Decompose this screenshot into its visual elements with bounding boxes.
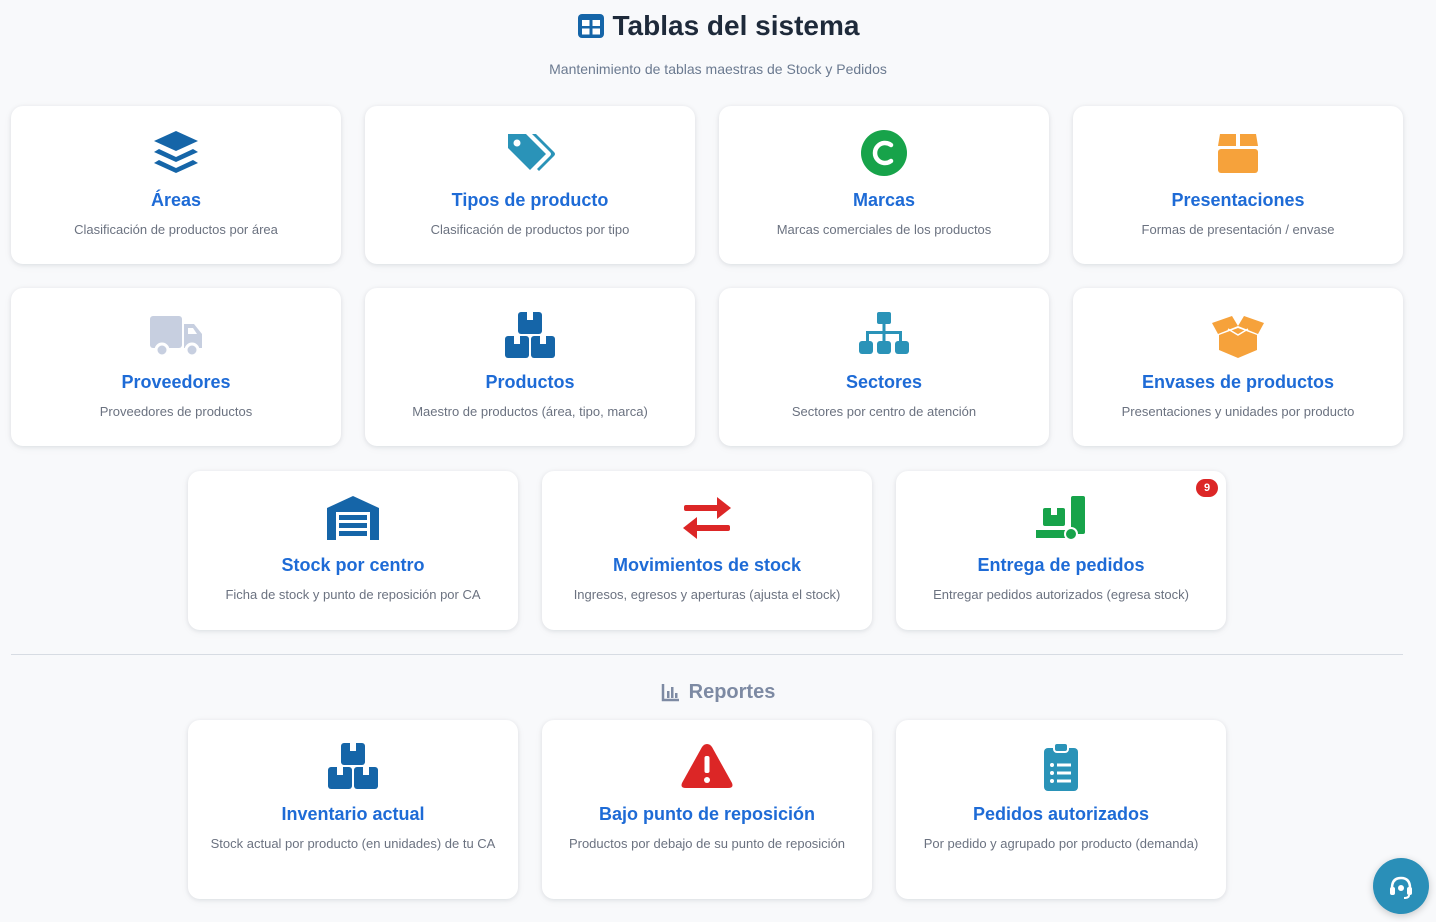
section-divider <box>11 654 1403 655</box>
clipboard-list-icon <box>1044 742 1078 791</box>
card-description: Por pedido y agrupado por producto (dema… <box>923 836 1199 851</box>
headset-icon <box>1390 876 1412 899</box>
box-open-icon <box>1212 316 1264 358</box>
card-pedidos-autorizados[interactable]: Pedidos autorizados Por pedido y agrupad… <box>896 720 1226 899</box>
card-description: Entregar pedidos autorizados (egresa sto… <box>933 587 1189 602</box>
card-bajo-punto-reposicion[interactable]: Bajo punto de reposición Productos por d… <box>542 720 872 899</box>
warning-icon <box>681 744 733 788</box>
box-icon <box>1218 134 1258 173</box>
card-description: Ficha de stock y punto de reposición por… <box>225 587 481 602</box>
card-movimientos-stock[interactable]: Movimientos de stock Ingresos, egresos y… <box>542 471 872 630</box>
reports-title-text: Reportes <box>688 680 776 703</box>
card-title: Tipos de producto <box>451 190 609 210</box>
boxes-icon <box>328 743 378 789</box>
dolly-icon <box>1036 496 1085 541</box>
card-description: Clasificación de productos por área <box>74 222 278 237</box>
card-description: Proveedores de productos <box>99 404 253 419</box>
boxes-icon <box>505 312 555 358</box>
card-description: Stock actual por producto (en unidades) … <box>210 836 496 851</box>
card-description: Productos por debajo de su punto de repo… <box>568 836 846 851</box>
page-title: Tablas del sistema <box>0 8 1436 44</box>
page-title-text: Tablas del sistema <box>612 10 860 41</box>
card-title: Bajo punto de reposición <box>598 804 815 824</box>
reports-section-title: Reportes <box>0 678 1436 706</box>
card-title: Proveedores <box>121 372 231 392</box>
card-stock-por-centro[interactable]: Stock por centro Ficha de stock y punto … <box>188 471 518 630</box>
card-description: Marcas comerciales de los productos <box>776 222 992 237</box>
card-title: Pedidos autorizados <box>972 804 1150 824</box>
table-icon <box>577 14 604 38</box>
card-sectores[interactable]: Sectores Sectores por centro de atención <box>719 288 1049 446</box>
sitemap-icon <box>859 312 909 354</box>
card-title: Productos <box>485 372 575 392</box>
tags-icon <box>508 134 555 171</box>
page-subtitle: Mantenimiento de tablas maestras de Stoc… <box>549 61 887 77</box>
warehouse-icon <box>327 496 379 540</box>
card-tipos-producto[interactable]: Tipos de producto Clasificación de produ… <box>365 106 695 264</box>
card-productos[interactable]: Productos Maestro de productos (área, ti… <box>365 288 695 446</box>
card-title: Áreas <box>150 190 202 210</box>
card-proveedores[interactable]: Proveedores Proveedores de productos <box>11 288 341 446</box>
card-description: Presentaciones y unidades por producto <box>1121 404 1355 419</box>
card-title: Envases de productos <box>1141 372 1335 392</box>
card-title: Entrega de pedidos <box>977 555 1145 575</box>
card-marcas[interactable]: Marcas Marcas comerciales de los product… <box>719 106 1049 264</box>
card-inventario-actual[interactable]: Inventario actual Stock actual por produ… <box>188 720 518 899</box>
layer-group-icon <box>154 131 198 173</box>
card-description: Formas de presentación / envase <box>1141 222 1335 237</box>
card-title: Sectores <box>845 372 923 392</box>
card-description: Ingresos, egresos y aperturas (ajusta el… <box>573 587 841 602</box>
card-title: Stock por centro <box>281 555 425 575</box>
chart-bar-icon <box>661 684 679 702</box>
card-description: Maestro de productos (área, tipo, marca) <box>412 404 648 419</box>
help-button[interactable] <box>1373 858 1429 914</box>
card-title: Inventario actual <box>281 804 425 824</box>
copyright-icon <box>861 130 907 176</box>
card-title: Presentaciones <box>1171 190 1305 210</box>
card-description: Sectores por centro de atención <box>791 404 977 419</box>
card-title: Marcas <box>852 190 916 210</box>
card-title: Movimientos de stock <box>612 555 802 575</box>
card-envases-productos[interactable]: Envases de productos Presentaciones y un… <box>1073 288 1403 446</box>
card-entrega-pedidos[interactable]: 9 Entrega de pedidos Entregar pedidos au… <box>896 471 1226 630</box>
card-areas[interactable]: Áreas Clasificación de productos por áre… <box>11 106 341 264</box>
card-presentaciones[interactable]: Presentaciones Formas de presentación / … <box>1073 106 1403 264</box>
exchange-icon <box>683 497 731 539</box>
card-description: Clasificación de productos por tipo <box>430 222 630 237</box>
truck-icon <box>150 316 202 358</box>
